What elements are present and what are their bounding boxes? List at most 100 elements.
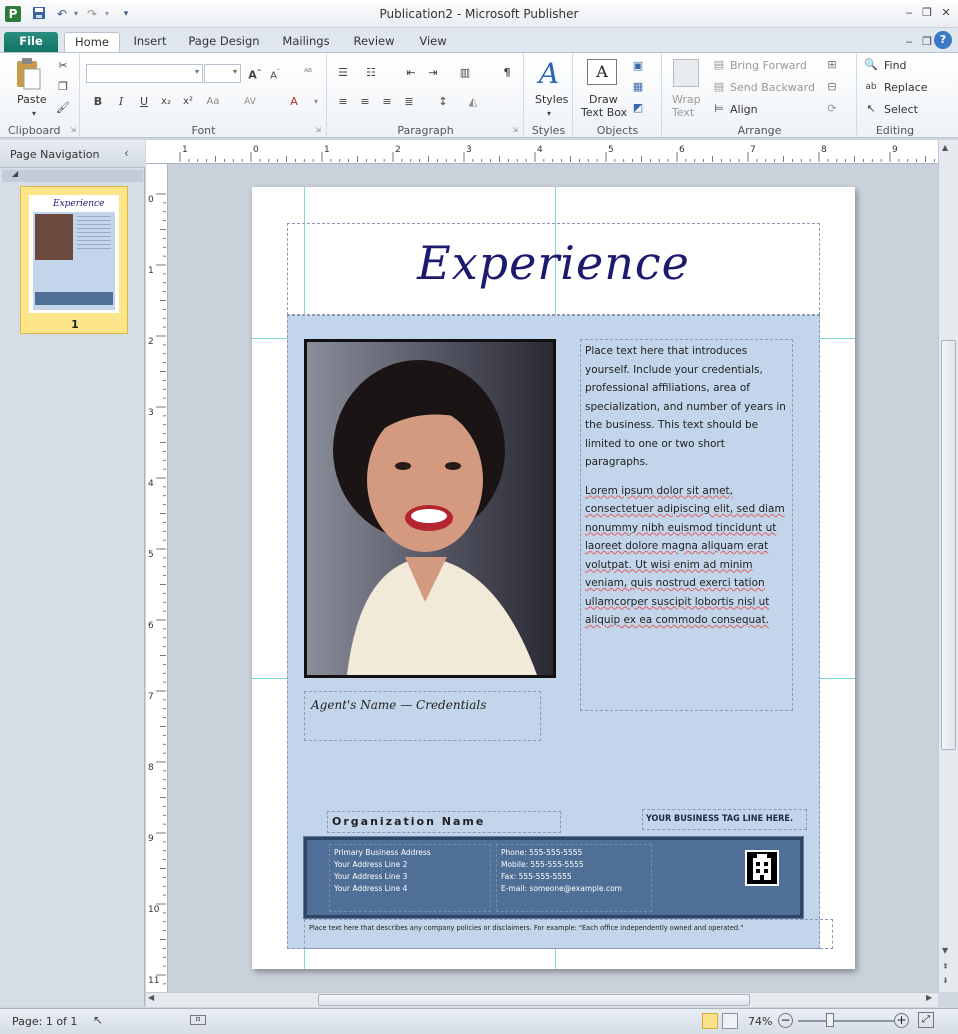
tab-mailings[interactable]: Mailings (274, 32, 338, 52)
align-button[interactable]: Align (730, 103, 758, 116)
picture-icon[interactable]: ▣ (631, 59, 645, 73)
group-icon[interactable]: ⊞ (825, 58, 839, 72)
disclaimer-box[interactable]: Place text here that describes any compa… (304, 919, 833, 949)
heading-text-box[interactable]: Experience (287, 223, 820, 315)
agent-photo-frame[interactable] (304, 339, 556, 678)
copy-icon[interactable]: ❐ (56, 80, 70, 94)
columns-icon[interactable]: ▥ (458, 66, 472, 80)
paste-button[interactable]: Paste (17, 93, 47, 106)
business-tagline[interactable]: YOUR BUSINESS TAG LINE HERE. (646, 814, 793, 824)
address-line[interactable]: Primary Business Address (334, 847, 486, 859)
shapes-icon[interactable]: ◩ (631, 101, 645, 115)
ungroup-icon[interactable]: ⊟ (825, 80, 839, 94)
superscript-icon[interactable]: x² (181, 95, 195, 109)
character-spacing-icon[interactable]: AV (243, 95, 257, 109)
change-case-icon[interactable]: Aa (206, 95, 220, 109)
help-icon[interactable]: ? (934, 31, 952, 49)
bold-icon[interactable]: B (91, 95, 105, 109)
select-icon[interactable]: ↖ (864, 102, 878, 116)
agent-caption[interactable]: Agent's Name — Credentials (311, 698, 486, 712)
organization-name-box[interactable]: Organization Name (327, 811, 561, 833)
find-button[interactable]: Find (884, 59, 907, 72)
font-name-combo[interactable]: ▾ (86, 64, 203, 83)
send-backward-button[interactable]: Send Backward (730, 81, 815, 94)
two-page-view-icon[interactable] (722, 1013, 738, 1029)
minimize-button[interactable]: ‒ (900, 5, 918, 21)
publication-page[interactable]: Experience Place text here that introduc… (252, 187, 855, 969)
rotate-icon[interactable]: ⟳ (825, 102, 839, 116)
cut-icon[interactable]: ✂ (56, 59, 70, 73)
clipboard-launcher-icon[interactable]: ⇲ (66, 123, 80, 137)
styles-dropdown-icon[interactable]: ▾ (542, 107, 556, 121)
scroll-left-icon[interactable]: ◀ (148, 993, 154, 1002)
wrap-text-label-2[interactable]: Text (672, 106, 694, 119)
styles-icon[interactable]: A (534, 57, 564, 90)
styles-button[interactable]: Styles (535, 93, 568, 106)
lorem-paragraph[interactable]: Lorem ipsum dolor sit amet, consectetuer… (585, 482, 788, 630)
draw-text-box-label-1[interactable]: Draw (589, 93, 618, 106)
align-right-icon[interactable]: ≡ (380, 95, 394, 109)
zoom-slider[interactable] (798, 1020, 894, 1022)
tab-insert[interactable]: Insert (126, 32, 174, 52)
tab-home[interactable]: Home (64, 32, 120, 52)
bring-forward-icon[interactable]: ▤ (712, 58, 726, 72)
scroll-up-icon[interactable]: ▲ (942, 143, 948, 152)
select-button[interactable]: Select (884, 103, 918, 116)
address-line[interactable]: Your Address Line 2 (334, 859, 486, 871)
text-box-icon[interactable]: A (587, 59, 617, 85)
vertical-ruler[interactable]: 0 1 2 3 4 5 6 7 8 9 10 11 (146, 164, 168, 992)
format-painter-icon[interactable]: 🖌 (56, 101, 70, 115)
font-color-icon[interactable]: A (287, 95, 301, 109)
horizontal-ruler[interactable]: 1 0 1 2 3 4 5 6 7 8 9 (146, 140, 938, 164)
find-icon[interactable]: 🔍 (864, 58, 878, 72)
tab-review[interactable]: Review (346, 32, 402, 52)
tab-file[interactable]: File (4, 32, 58, 52)
paragraph-launcher-icon[interactable]: ⇲ (508, 123, 522, 137)
shrink-font-icon[interactable]: Aˇ (268, 66, 282, 81)
section-bar[interactable]: ◢ (2, 169, 143, 182)
subscript-icon[interactable]: x₂ (159, 95, 173, 109)
fit-page-icon[interactable]: ⤢ (918, 1012, 934, 1028)
cursor-position-icon[interactable]: ↖ (93, 1013, 103, 1027)
horizontal-scroll-thumb[interactable] (318, 994, 750, 1006)
shading-icon[interactable]: ◭ (466, 95, 480, 109)
address-box[interactable]: Primary Business Address Your Address Li… (329, 844, 491, 912)
contact-footer[interactable]: Primary Business Address Your Address Li… (303, 836, 804, 919)
horizontal-scrollbar[interactable]: ◀ ▶ (146, 992, 938, 1007)
grow-font-icon[interactable]: A^ (248, 66, 262, 82)
replace-button[interactable]: Replace (884, 81, 928, 94)
agent-photo[interactable] (307, 342, 553, 675)
tab-view[interactable]: View (410, 32, 456, 52)
zoom-level[interactable]: 74% (748, 1015, 772, 1028)
address-line[interactable]: Your Address Line 3 (334, 871, 486, 883)
bring-forward-button[interactable]: Bring Forward (730, 59, 807, 72)
object-size-icon[interactable]: ⊡ (190, 1015, 206, 1025)
scroll-right-icon[interactable]: ▶ (926, 993, 932, 1002)
contact-box[interactable]: Phone: 555-555-5555 Mobile: 555-555-5555… (496, 844, 652, 912)
page-thumbnail[interactable]: Experience 1 (20, 186, 128, 334)
bullets-icon[interactable]: ☰ (336, 66, 350, 80)
wrap-text-label-1[interactable]: Wrap (672, 93, 701, 106)
single-page-view-icon[interactable] (702, 1013, 718, 1029)
vertical-scroll-thumb[interactable] (941, 340, 956, 750)
vertical-scrollbar[interactable]: ▲ ▼ ⇞ ⇟ (938, 140, 958, 992)
section-collapse-icon[interactable]: ◢ (12, 169, 18, 178)
align-left-icon[interactable]: ≡ (336, 95, 350, 109)
previous-page-icon[interactable]: ⇞ (942, 962, 949, 971)
replace-icon[interactable]: ab (864, 80, 878, 94)
zoom-slider-thumb[interactable] (826, 1013, 834, 1027)
intro-text-box[interactable]: Place text here that introduces yourself… (580, 339, 793, 711)
intro-paragraph[interactable]: Place text here that introduces yourself… (585, 342, 788, 472)
align-center-icon[interactable]: ≡ (358, 95, 372, 109)
mobile-line[interactable]: Mobile: 555-555-5555 (501, 859, 647, 871)
show-marks-icon[interactable]: ¶ (500, 66, 514, 80)
font-size-combo[interactable]: ▾ (204, 64, 241, 83)
disclaimer-text[interactable]: Place text here that describes any compa… (309, 924, 743, 932)
restore-button[interactable]: ❐ (918, 5, 936, 21)
next-page-icon[interactable]: ⇟ (942, 976, 949, 985)
table-icon[interactable]: ▦ (631, 80, 645, 94)
clear-formatting-icon[interactable]: ᴬᴮ (301, 66, 315, 80)
align-icon[interactable]: ⊨ (712, 102, 726, 116)
underline-icon[interactable]: U (137, 95, 151, 109)
increase-indent-icon[interactable]: ⇥ (426, 66, 440, 80)
